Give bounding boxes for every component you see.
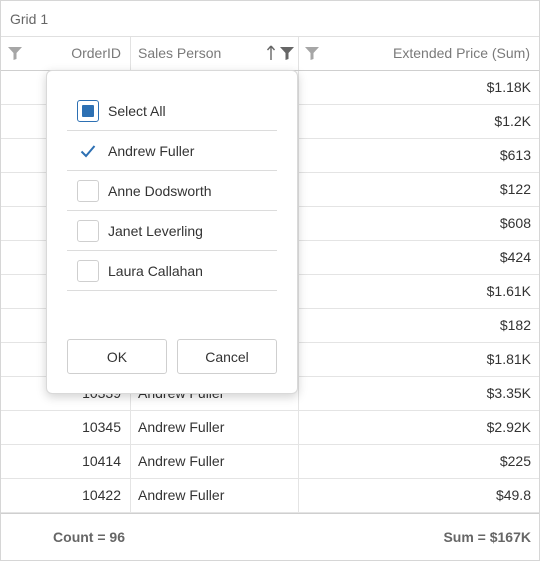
- extended-price-cell[interactable]: $3.35K: [299, 377, 539, 410]
- extended-price-cell[interactable]: $613: [299, 139, 539, 172]
- filter-option-label: Laura Callahan: [108, 262, 203, 279]
- footer-count: Count = 96: [53, 529, 125, 545]
- filter-option-label: Anne Dodsworth: [108, 182, 212, 199]
- filter-option[interactable]: Anne Dodsworth: [67, 171, 277, 211]
- grid-title: Grid 1: [1, 1, 539, 37]
- footer-empty: [131, 514, 299, 560]
- filter-checkbox[interactable]: [77, 99, 99, 122]
- extended-price-cell[interactable]: $225: [299, 445, 539, 478]
- filter-option-label: Janet Leverling: [108, 222, 203, 239]
- sales-person-cell[interactable]: Andrew Fuller: [131, 479, 299, 512]
- filter-option[interactable]: Laura Callahan: [67, 251, 277, 291]
- filter-active-icon[interactable]: [280, 47, 294, 60]
- extended-price-cell[interactable]: $182: [299, 309, 539, 342]
- extended-price-cell[interactable]: $2.92K: [299, 411, 539, 444]
- filter-icon[interactable]: [8, 47, 22, 60]
- filter-checkbox[interactable]: [77, 179, 99, 202]
- extended-price-cell[interactable]: $1.81K: [299, 343, 539, 376]
- extended-price-cell[interactable]: $608: [299, 207, 539, 240]
- ok-button[interactable]: OK: [67, 339, 167, 374]
- filter-checkbox[interactable]: [77, 259, 99, 282]
- column-header-row: OrderID Sales Person Extended Price (Sum…: [1, 37, 539, 71]
- filter-option-label: Andrew Fuller: [108, 142, 195, 159]
- extended-price-cell[interactable]: $1.2K: [299, 105, 539, 138]
- column-header-extended-price[interactable]: Extended Price (Sum): [299, 37, 539, 70]
- order-id-cell[interactable]: 10345: [1, 411, 131, 444]
- table-row[interactable]: 10414 Andrew Fuller $225: [1, 445, 539, 479]
- sales-person-cell[interactable]: Andrew Fuller: [131, 411, 299, 444]
- filter-checkbox[interactable]: [77, 139, 99, 162]
- extended-price-cell[interactable]: $49.8: [299, 479, 539, 512]
- order-id-cell[interactable]: 10414: [1, 445, 131, 478]
- column-header-label: Extended Price (Sum): [393, 45, 530, 61]
- cancel-button[interactable]: Cancel: [177, 339, 277, 374]
- grid-footer: Count = 96 Sum = $167K: [1, 513, 539, 560]
- column-filter-popup: Select All Andrew Fuller Anne Dodsworth Jan…: [46, 70, 298, 394]
- checkmark-icon: [80, 144, 96, 157]
- order-id-cell[interactable]: 10422: [1, 479, 131, 512]
- extended-price-cell[interactable]: $1.61K: [299, 275, 539, 308]
- filter-checkbox[interactable]: [77, 219, 99, 242]
- extended-price-cell[interactable]: $424: [299, 241, 539, 274]
- footer-sum: Sum = $167K: [443, 529, 531, 545]
- filter-option[interactable]: Andrew Fuller: [67, 131, 277, 171]
- filter-icon[interactable]: [305, 47, 319, 60]
- table-row[interactable]: 10345 Andrew Fuller $2.92K: [1, 411, 539, 445]
- extended-price-cell[interactable]: $1.18K: [299, 71, 539, 104]
- filter-option[interactable]: Janet Leverling: [67, 211, 277, 251]
- sort-ascending-icon[interactable]: [266, 45, 276, 61]
- table-row[interactable]: 10422 Andrew Fuller $49.8: [1, 479, 539, 513]
- column-header-label: OrderID: [71, 45, 121, 61]
- filter-value-list: Select All Andrew Fuller Anne Dodsworth Jan…: [67, 91, 277, 291]
- filter-actions: OK Cancel: [67, 339, 277, 374]
- column-header-sales-person[interactable]: Sales Person: [131, 37, 299, 70]
- filter-option-label: Select All: [108, 102, 166, 119]
- column-header-label: Sales Person: [138, 45, 222, 61]
- extended-price-cell[interactable]: $122: [299, 173, 539, 206]
- column-header-orderid[interactable]: OrderID: [1, 37, 131, 70]
- sales-person-cell[interactable]: Andrew Fuller: [131, 445, 299, 478]
- filter-option[interactable]: Select All: [67, 91, 277, 131]
